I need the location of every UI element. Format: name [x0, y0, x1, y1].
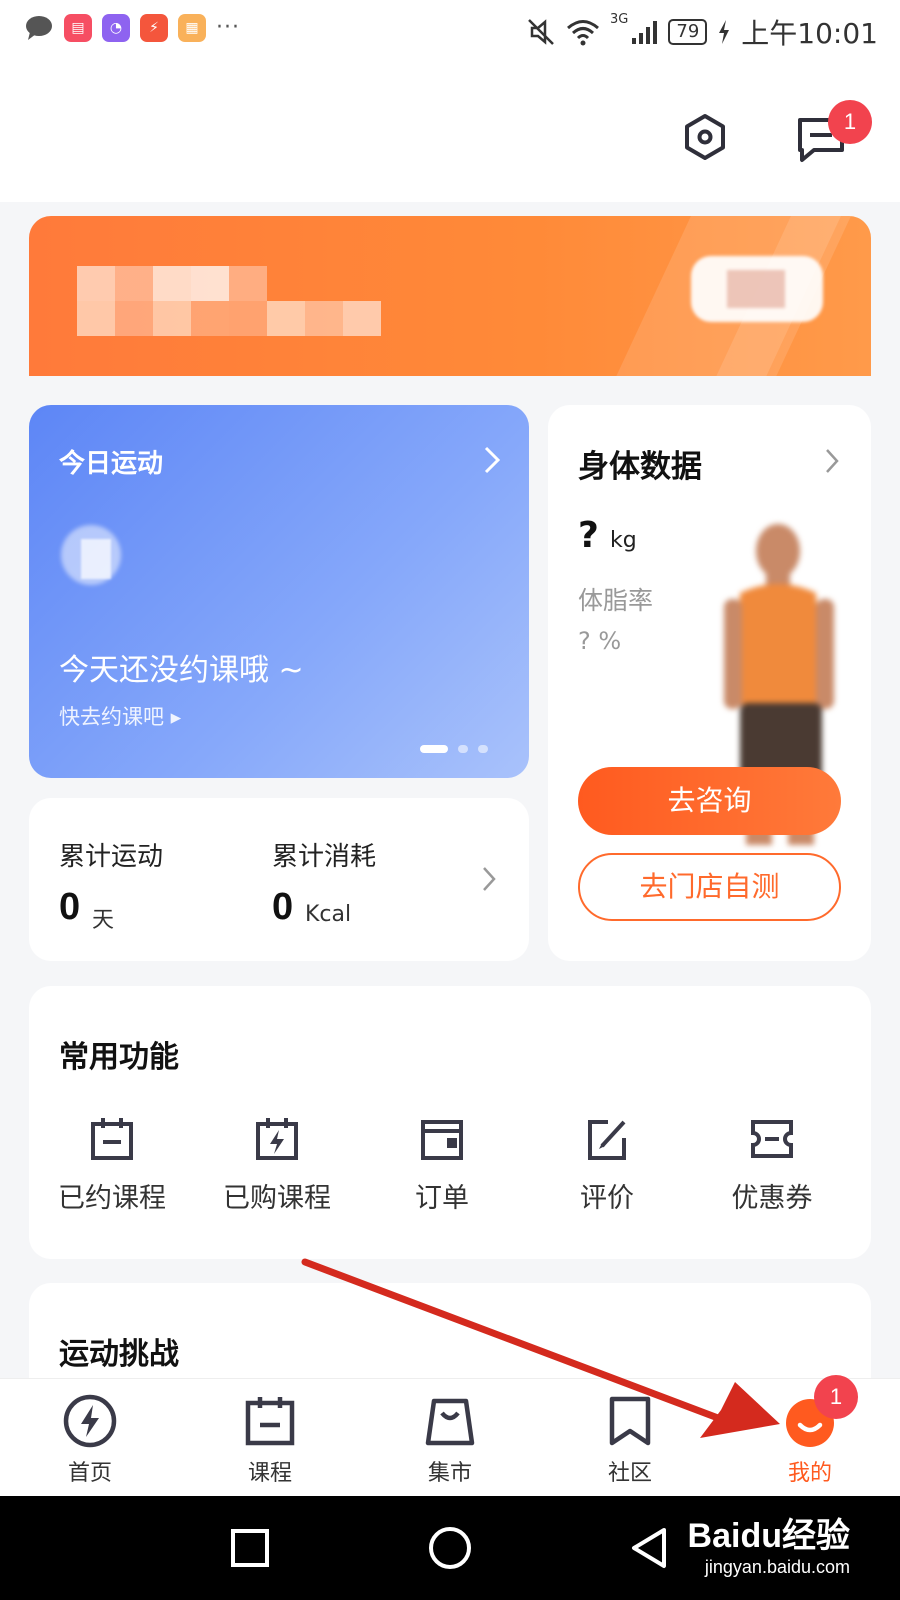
network-type: 3G: [610, 12, 629, 27]
charging-icon: [719, 20, 730, 44]
wifi-icon: [567, 20, 600, 46]
watermark-url: jingyan.baidu.com: [704, 1557, 850, 1577]
chevron-right-icon[interactable]: [824, 447, 840, 475]
store-self-test-button[interactable]: 去门店自测: [578, 853, 841, 921]
bottom-tab-bar: 首页 课程 集市 社区 我的 1: [0, 1375, 900, 1496]
carousel-dot: [420, 745, 448, 753]
tab-home-label: 首页: [67, 1461, 112, 1486]
settings-icon[interactable]: [680, 112, 730, 162]
today-exercise-card[interactable]: 今日运动 今天还没约课哦 ~ 快去约课吧 ▸: [29, 405, 529, 778]
system-status: 3G 79 上午10:01: [526, 12, 878, 52]
common-functions-card: 常用功能 已约课程 已购课程 订单 评价 优惠券: [29, 986, 871, 1259]
carousel-dot: [478, 745, 488, 753]
purchased-courses-button[interactable]: 已购课程: [202, 1116, 352, 1215]
tab-community[interactable]: 社区: [570, 1393, 690, 1487]
bolt-calendar-icon: [256, 1118, 298, 1160]
more-notifications-icon: ···: [216, 15, 240, 40]
page-header: 1: [0, 62, 900, 202]
tab-courses-label: 课程: [247, 1461, 292, 1486]
blurred-user-info: [77, 266, 381, 336]
total-burn-unit: Kcal: [305, 902, 352, 927]
blurred-action-button[interactable]: [691, 256, 823, 322]
reviews-button[interactable]: 评价: [532, 1116, 682, 1215]
app-notification-icon: ⚡: [140, 14, 168, 42]
chevron-right-icon[interactable]: [483, 445, 501, 475]
no-class-message: 今天还没约课哦 ~: [59, 653, 304, 688]
weight-value: ?: [578, 515, 599, 556]
chevron-right-icon[interactable]: [481, 865, 497, 893]
coupons-button[interactable]: 优惠券: [697, 1116, 847, 1215]
total-burn-value: 0: [272, 886, 294, 928]
booked-courses-label: 已约课程: [58, 1183, 166, 1214]
book-class-link[interactable]: 快去约课吧 ▸: [59, 701, 181, 731]
carousel-indicator: [420, 745, 488, 753]
total-burn-label: 累计消耗: [272, 842, 377, 872]
total-exercise-unit: 天: [92, 908, 115, 933]
booked-courses-button[interactable]: 已约课程: [37, 1116, 187, 1215]
body-data-card[interactable]: 身体数据 ? kg 体脂率 ? % 去咨询 去门店自测: [548, 405, 871, 961]
mute-icon: [528, 19, 554, 45]
bag-icon: [425, 1398, 475, 1446]
battery-level: 79: [668, 19, 708, 45]
body-data-title: 身体数据: [578, 449, 702, 485]
common-functions-title: 常用功能: [59, 1040, 179, 1075]
today-exercise-title: 今日运动: [59, 449, 164, 479]
orders-button[interactable]: 订单: [367, 1116, 517, 1215]
calendar-icon: [91, 1118, 133, 1160]
message-badge: 1: [828, 100, 872, 144]
bookmark-icon: [609, 1396, 651, 1446]
system-navigation-bar: Baidu经验 jingyan.baidu.com: [0, 1496, 900, 1600]
mine-tab-badge: 1: [814, 1375, 858, 1419]
watermark-brand: Baidu经验: [687, 1517, 850, 1555]
body-fat-label: 体脂率: [578, 586, 654, 615]
status-bar: ▤ ◔ ⚡ ▦ ··· 3G 79 上午10:01: [0, 0, 900, 62]
signal-icon: [632, 21, 658, 44]
recent-apps-icon[interactable]: [230, 1528, 270, 1568]
notification-icons: ▤ ◔ ⚡ ▦ ···: [24, 14, 240, 42]
app-notification-icon: ▦: [178, 14, 206, 42]
ticket-icon: [751, 1120, 793, 1158]
body-fat-value: ? %: [578, 627, 622, 655]
carousel-dot: [458, 745, 468, 753]
calendar-icon: [245, 1397, 295, 1446]
reviews-label: 评价: [580, 1183, 634, 1214]
total-exercise-label: 累计运动: [59, 842, 164, 872]
chat-bubble-icon: [26, 16, 52, 40]
back-icon[interactable]: [630, 1526, 670, 1570]
membership-banner[interactable]: [29, 216, 871, 376]
app-notification-icon: ◔: [102, 14, 130, 42]
weight-readout: ? kg: [578, 515, 637, 556]
consult-button[interactable]: 去咨询: [578, 767, 841, 835]
blurred-avatar-detail: [81, 539, 111, 579]
exercise-challenge-title: 运动挑战: [59, 1337, 179, 1372]
tab-market-label: 集市: [427, 1461, 472, 1486]
lightning-icon: [63, 1394, 117, 1448]
clock: 上午10:01: [741, 17, 878, 50]
coupons-label: 优惠券: [731, 1183, 813, 1214]
home-icon[interactable]: [428, 1526, 472, 1570]
purchased-courses-label: 已购课程: [223, 1183, 331, 1214]
tab-courses[interactable]: 课程: [210, 1393, 330, 1487]
wallet-icon: [421, 1120, 463, 1160]
totals-card[interactable]: 累计运动 0 天 累计消耗 0 Kcal: [29, 798, 529, 961]
tab-community-label: 社区: [607, 1461, 652, 1486]
app-notification-icon: ▤: [64, 14, 92, 42]
total-exercise-value: 0: [59, 886, 81, 928]
tab-home[interactable]: 首页: [30, 1393, 150, 1487]
orders-label: 订单: [415, 1183, 469, 1214]
edit-icon: [588, 1120, 626, 1160]
baidu-jingyan-watermark: Baidu经验 jingyan.baidu.com: [688, 1508, 850, 1578]
tab-mine-label: 我的: [787, 1461, 832, 1486]
weight-unit: kg: [609, 528, 637, 553]
tab-market[interactable]: 集市: [390, 1393, 510, 1487]
